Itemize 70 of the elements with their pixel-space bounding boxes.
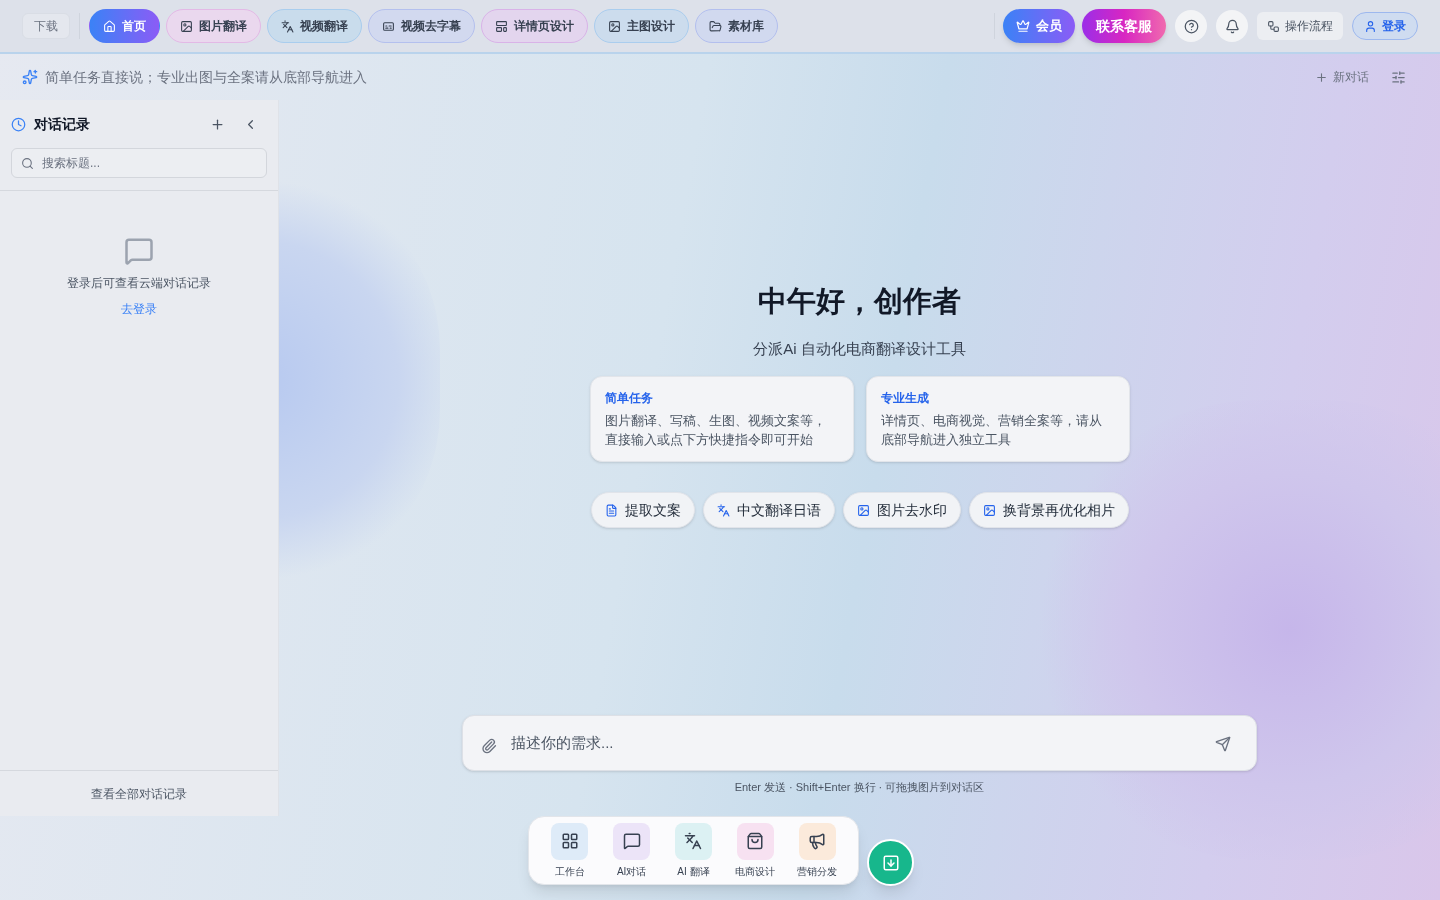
- download-box-icon: [881, 853, 900, 872]
- quick-action-chip[interactable]: 中文翻译日语: [702, 492, 835, 528]
- notification-button[interactable]: [1216, 10, 1248, 42]
- subtitle: 分派Ai 自动化电商翻译设计工具: [753, 338, 966, 359]
- search-icon: [21, 157, 34, 170]
- settings-icon: [1391, 69, 1406, 85]
- shopping-bag-icon: [746, 832, 765, 850]
- settings-button[interactable]: [1391, 69, 1406, 85]
- translate-icon: [716, 503, 730, 517]
- paperclip-icon: [481, 737, 497, 754]
- search-field[interactable]: 搜索标题...: [11, 148, 267, 178]
- subtitles-icon: [382, 19, 395, 33]
- chat-input[interactable]: 描述你的需求...: [462, 714, 1257, 771]
- image-icon: [180, 19, 193, 33]
- translate-icon: [281, 19, 294, 33]
- contact-button[interactable]: 联系客服: [1082, 9, 1166, 43]
- nav-tab[interactable]: 首页: [89, 9, 160, 43]
- document-icon: [604, 503, 618, 517]
- card-text: 详情页、电商视觉、营销全案等，请从底部导航进入独立工具: [880, 412, 1103, 449]
- image-icon: [608, 19, 621, 33]
- banner-hint: 简单任务直接说；专业出图与全案请从底部导航进入: [45, 67, 367, 87]
- nav-tab[interactable]: 主图设计: [594, 9, 689, 43]
- send-icon[interactable]: [1215, 735, 1231, 752]
- member-button[interactable]: 会员: [1003, 9, 1075, 43]
- nav-tab[interactable]: 详情页设计: [481, 9, 588, 43]
- image-icon: [982, 503, 996, 517]
- help-icon: [1183, 18, 1199, 34]
- dock-item[interactable]: 工作台: [541, 822, 598, 879]
- card-text: 图片翻译、写稿、生图、视频文案等，直接输入或点下方快捷指令即可开始: [604, 412, 827, 449]
- translate-icon: [684, 832, 703, 850]
- sparkle-icon: [22, 69, 38, 85]
- nav-tab[interactable]: 视频翻译: [267, 9, 362, 43]
- layout-icon: [495, 19, 508, 33]
- dock-item[interactable]: 营销分发: [789, 822, 846, 879]
- login-button[interactable]: 登录: [1352, 12, 1418, 40]
- nav-tab[interactable]: 视频去字幕: [368, 9, 475, 43]
- greeting-title: 中午好，创作者: [758, 284, 961, 319]
- sidebar-title: 对话记录: [34, 114, 90, 134]
- megaphone-icon: [808, 832, 827, 850]
- add-button[interactable]: [210, 116, 225, 132]
- plus-icon: [210, 116, 225, 132]
- bell-icon: [1224, 18, 1240, 34]
- empty-text: 登录后可查看云端对话记录: [67, 275, 211, 292]
- view-all-link[interactable]: 查看全部对话记录: [91, 784, 187, 803]
- home-icon: [103, 19, 116, 33]
- chat-icon: [622, 832, 641, 850]
- image-icon: [856, 503, 870, 517]
- workflow-icon: [1267, 19, 1280, 33]
- user-icon: [1364, 19, 1377, 33]
- folder-icon: [709, 19, 722, 33]
- crown-icon: [1016, 19, 1030, 33]
- clock-icon: [11, 116, 26, 132]
- quick-action-chip[interactable]: 图片去水印: [842, 492, 961, 528]
- download-button[interactable]: 下载: [22, 13, 70, 39]
- quick-action-chip[interactable]: 换背景再优化相片: [968, 492, 1129, 528]
- dock-item[interactable]: 电商设计: [727, 822, 784, 879]
- workflow-button[interactable]: 操作流程: [1257, 12, 1343, 40]
- input-hint: Enter 发送 · Shift+Enter 换行 · 可拖拽图片到对话区: [734, 779, 985, 795]
- card-title: 专业生成: [880, 390, 930, 407]
- card-title: 简单任务: [604, 390, 654, 407]
- grid-icon: [560, 832, 579, 850]
- plus-icon: [1315, 70, 1328, 84]
- nav-tab[interactable]: 素材库: [695, 9, 778, 43]
- help-button[interactable]: [1175, 10, 1207, 42]
- dock-item[interactable]: AI对话: [603, 822, 660, 879]
- quick-action-chip[interactable]: 提取文案: [590, 492, 695, 528]
- chat-icon: [124, 236, 154, 266]
- nav-tab[interactable]: 图片翻译: [166, 9, 261, 43]
- save-fab-button[interactable]: [867, 839, 914, 886]
- dock-item[interactable]: AI 翻译: [665, 822, 722, 879]
